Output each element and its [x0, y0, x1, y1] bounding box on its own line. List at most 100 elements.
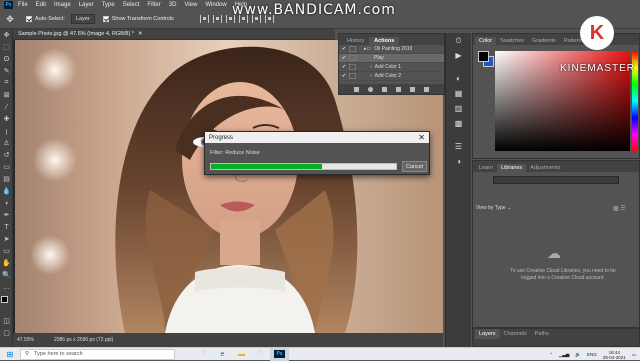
move-tool-icon[interactable]: ✥: [4, 13, 16, 25]
view-mode-icons[interactable]: ▦ ☰: [613, 205, 626, 212]
dodge-icon[interactable]: ◖: [0, 197, 13, 209]
shape-icon[interactable]: ▭: [0, 245, 13, 257]
layer-select[interactable]: Layer: [70, 14, 95, 24]
view-by-type-dropdown[interactable]: View by Type ⌄: [476, 205, 511, 211]
check-icon[interactable]: ✔: [339, 64, 349, 70]
check-icon[interactable]: ✔: [339, 73, 349, 79]
menu-item-3d[interactable]: 3D: [169, 2, 177, 8]
tab-learn[interactable]: Learn: [475, 164, 497, 172]
menu-item-select[interactable]: Select: [123, 2, 140, 8]
tab-adjustments[interactable]: Adjustments: [526, 164, 564, 172]
taskbar-search[interactable]: ⚲ Type here to search: [20, 348, 175, 360]
chevron-up-icon[interactable]: ⌃: [549, 352, 553, 358]
properties-panel-icon[interactable]: ☰: [446, 139, 471, 154]
dialog-toggle[interactable]: [349, 64, 356, 70]
play-icon[interactable]: [382, 86, 387, 92]
dialog-toggle[interactable]: [349, 73, 356, 79]
eyedropper-icon[interactable]: ⁄: [0, 101, 13, 113]
menu-item-image[interactable]: Image: [54, 2, 71, 8]
store-icon[interactable]: 🛍: [251, 348, 270, 361]
menu-item-type[interactable]: Type: [102, 2, 115, 8]
eraser-icon[interactable]: ▭: [0, 161, 13, 173]
tab-paths[interactable]: Paths: [531, 329, 553, 339]
network-icon[interactable]: ▁▃▅: [559, 352, 569, 358]
color-swatches[interactable]: [0, 293, 12, 315]
swatches-panel-icon[interactable]: ▦: [446, 86, 471, 101]
path-select-icon[interactable]: ➤: [0, 233, 13, 245]
menu-item-layer[interactable]: Layer: [79, 2, 94, 8]
hand-icon[interactable]: ✋: [0, 257, 13, 269]
document-tab[interactable]: Sample Photo.jpg @ 47.6% (Image 4, RGB/8…: [13, 29, 335, 40]
foreground-color-swatch[interactable]: [1, 296, 8, 303]
menu-item-filter[interactable]: Filter: [147, 2, 160, 8]
adjustments-panel-icon[interactable]: ◑: [446, 154, 471, 169]
pattern-panel-icon[interactable]: ▩: [446, 116, 471, 131]
actions-panel-icon[interactable]: ▶: [446, 48, 471, 63]
more-tools-icon[interactable]: …: [0, 281, 13, 293]
tab-gradients[interactable]: Gradients: [528, 37, 560, 45]
tab-libraries[interactable]: Libraries: [497, 164, 527, 172]
align-left-icon[interactable]: [199, 15, 209, 23]
tab-color[interactable]: Color: [475, 37, 497, 45]
screen-mode-icon[interactable]: ▢: [0, 327, 13, 339]
tab-history[interactable]: History: [342, 37, 369, 45]
type-icon[interactable]: T: [0, 221, 13, 233]
menu-item-view[interactable]: View: [184, 2, 197, 8]
action-row[interactable]: ✔ ▸▭ Oil Painting 2019: [339, 45, 444, 54]
healing-icon[interactable]: ✚: [0, 113, 13, 125]
tab-swatches[interactable]: Swatches: [496, 37, 528, 45]
frame-icon[interactable]: ⊠: [0, 89, 13, 101]
delete-icon[interactable]: [424, 86, 429, 92]
record-icon[interactable]: [368, 86, 373, 92]
language-indicator[interactable]: ENG: [587, 352, 597, 357]
action-row[interactable]: ✔ Play: [339, 54, 444, 63]
tab-channels[interactable]: Channels: [500, 329, 531, 339]
action-row[interactable]: ✔ › Add Color 1: [339, 63, 444, 72]
notifications-icon[interactable]: ▭: [632, 352, 636, 358]
pen-icon[interactable]: ✒: [0, 209, 13, 221]
menu-item-file[interactable]: File: [18, 2, 28, 8]
brush-icon[interactable]: ꞁ: [0, 125, 13, 137]
cortana-icon[interactable]: ○: [175, 348, 194, 361]
menu-item-window[interactable]: Window: [205, 2, 226, 8]
history-panel-icon[interactable]: ⏲: [446, 33, 471, 48]
marquee-icon[interactable]: ⬚: [0, 41, 13, 53]
task-view-icon[interactable]: ⧉: [194, 348, 213, 361]
photoshop-taskbar-icon[interactable]: Ps: [270, 347, 289, 361]
quick-mask-icon[interactable]: ◫: [0, 315, 13, 327]
tab-layers[interactable]: Layers: [475, 329, 500, 339]
menu-item-edit[interactable]: Edit: [36, 2, 46, 8]
lasso-icon[interactable]: ʘ: [0, 53, 13, 65]
action-row[interactable]: ✔ › Add Color 2: [339, 72, 444, 81]
gradient-icon[interactable]: ▤: [0, 173, 13, 185]
stop-icon[interactable]: [354, 86, 359, 92]
auto-select-checkbox[interactable]: [26, 16, 32, 22]
foreground-color-chip[interactable]: [478, 51, 489, 62]
cancel-button[interactable]: Cancel: [402, 161, 427, 172]
zoom-level[interactable]: 47.55%: [17, 337, 34, 343]
new-set-icon[interactable]: [396, 86, 401, 92]
volume-icon[interactable]: 🔊: [575, 352, 581, 358]
windows-start-icon[interactable]: ⊞: [0, 348, 20, 361]
library-dropdown[interactable]: [493, 176, 619, 184]
clock[interactable]: 18:44 29-04-2021: [603, 350, 626, 360]
quick-select-icon[interactable]: ✎: [0, 65, 13, 77]
close-icon[interactable]: ✕: [418, 133, 425, 142]
dialog-toggle[interactable]: [349, 46, 356, 52]
new-action-icon[interactable]: [410, 86, 415, 92]
check-icon[interactable]: ✔: [339, 55, 349, 61]
move-icon[interactable]: ✥: [0, 29, 13, 41]
check-icon[interactable]: ✔: [339, 46, 349, 52]
history-brush-icon[interactable]: ↺: [0, 149, 13, 161]
tab-actions[interactable]: Actions: [369, 37, 400, 45]
edge-icon[interactable]: e: [213, 348, 232, 361]
align-center-icon[interactable]: [212, 15, 222, 23]
dialog-toggle[interactable]: [349, 55, 356, 61]
stamp-icon[interactable]: ♙: [0, 137, 13, 149]
close-tab-icon[interactable]: ✕: [138, 31, 143, 37]
zoom-icon[interactable]: 🔍: [0, 269, 13, 281]
expand-icon[interactable]: ›: [370, 73, 372, 79]
file-explorer-icon[interactable]: ▬: [232, 348, 251, 361]
transform-controls-checkbox[interactable]: [102, 16, 109, 22]
blur-icon[interactable]: 💧: [0, 185, 13, 197]
